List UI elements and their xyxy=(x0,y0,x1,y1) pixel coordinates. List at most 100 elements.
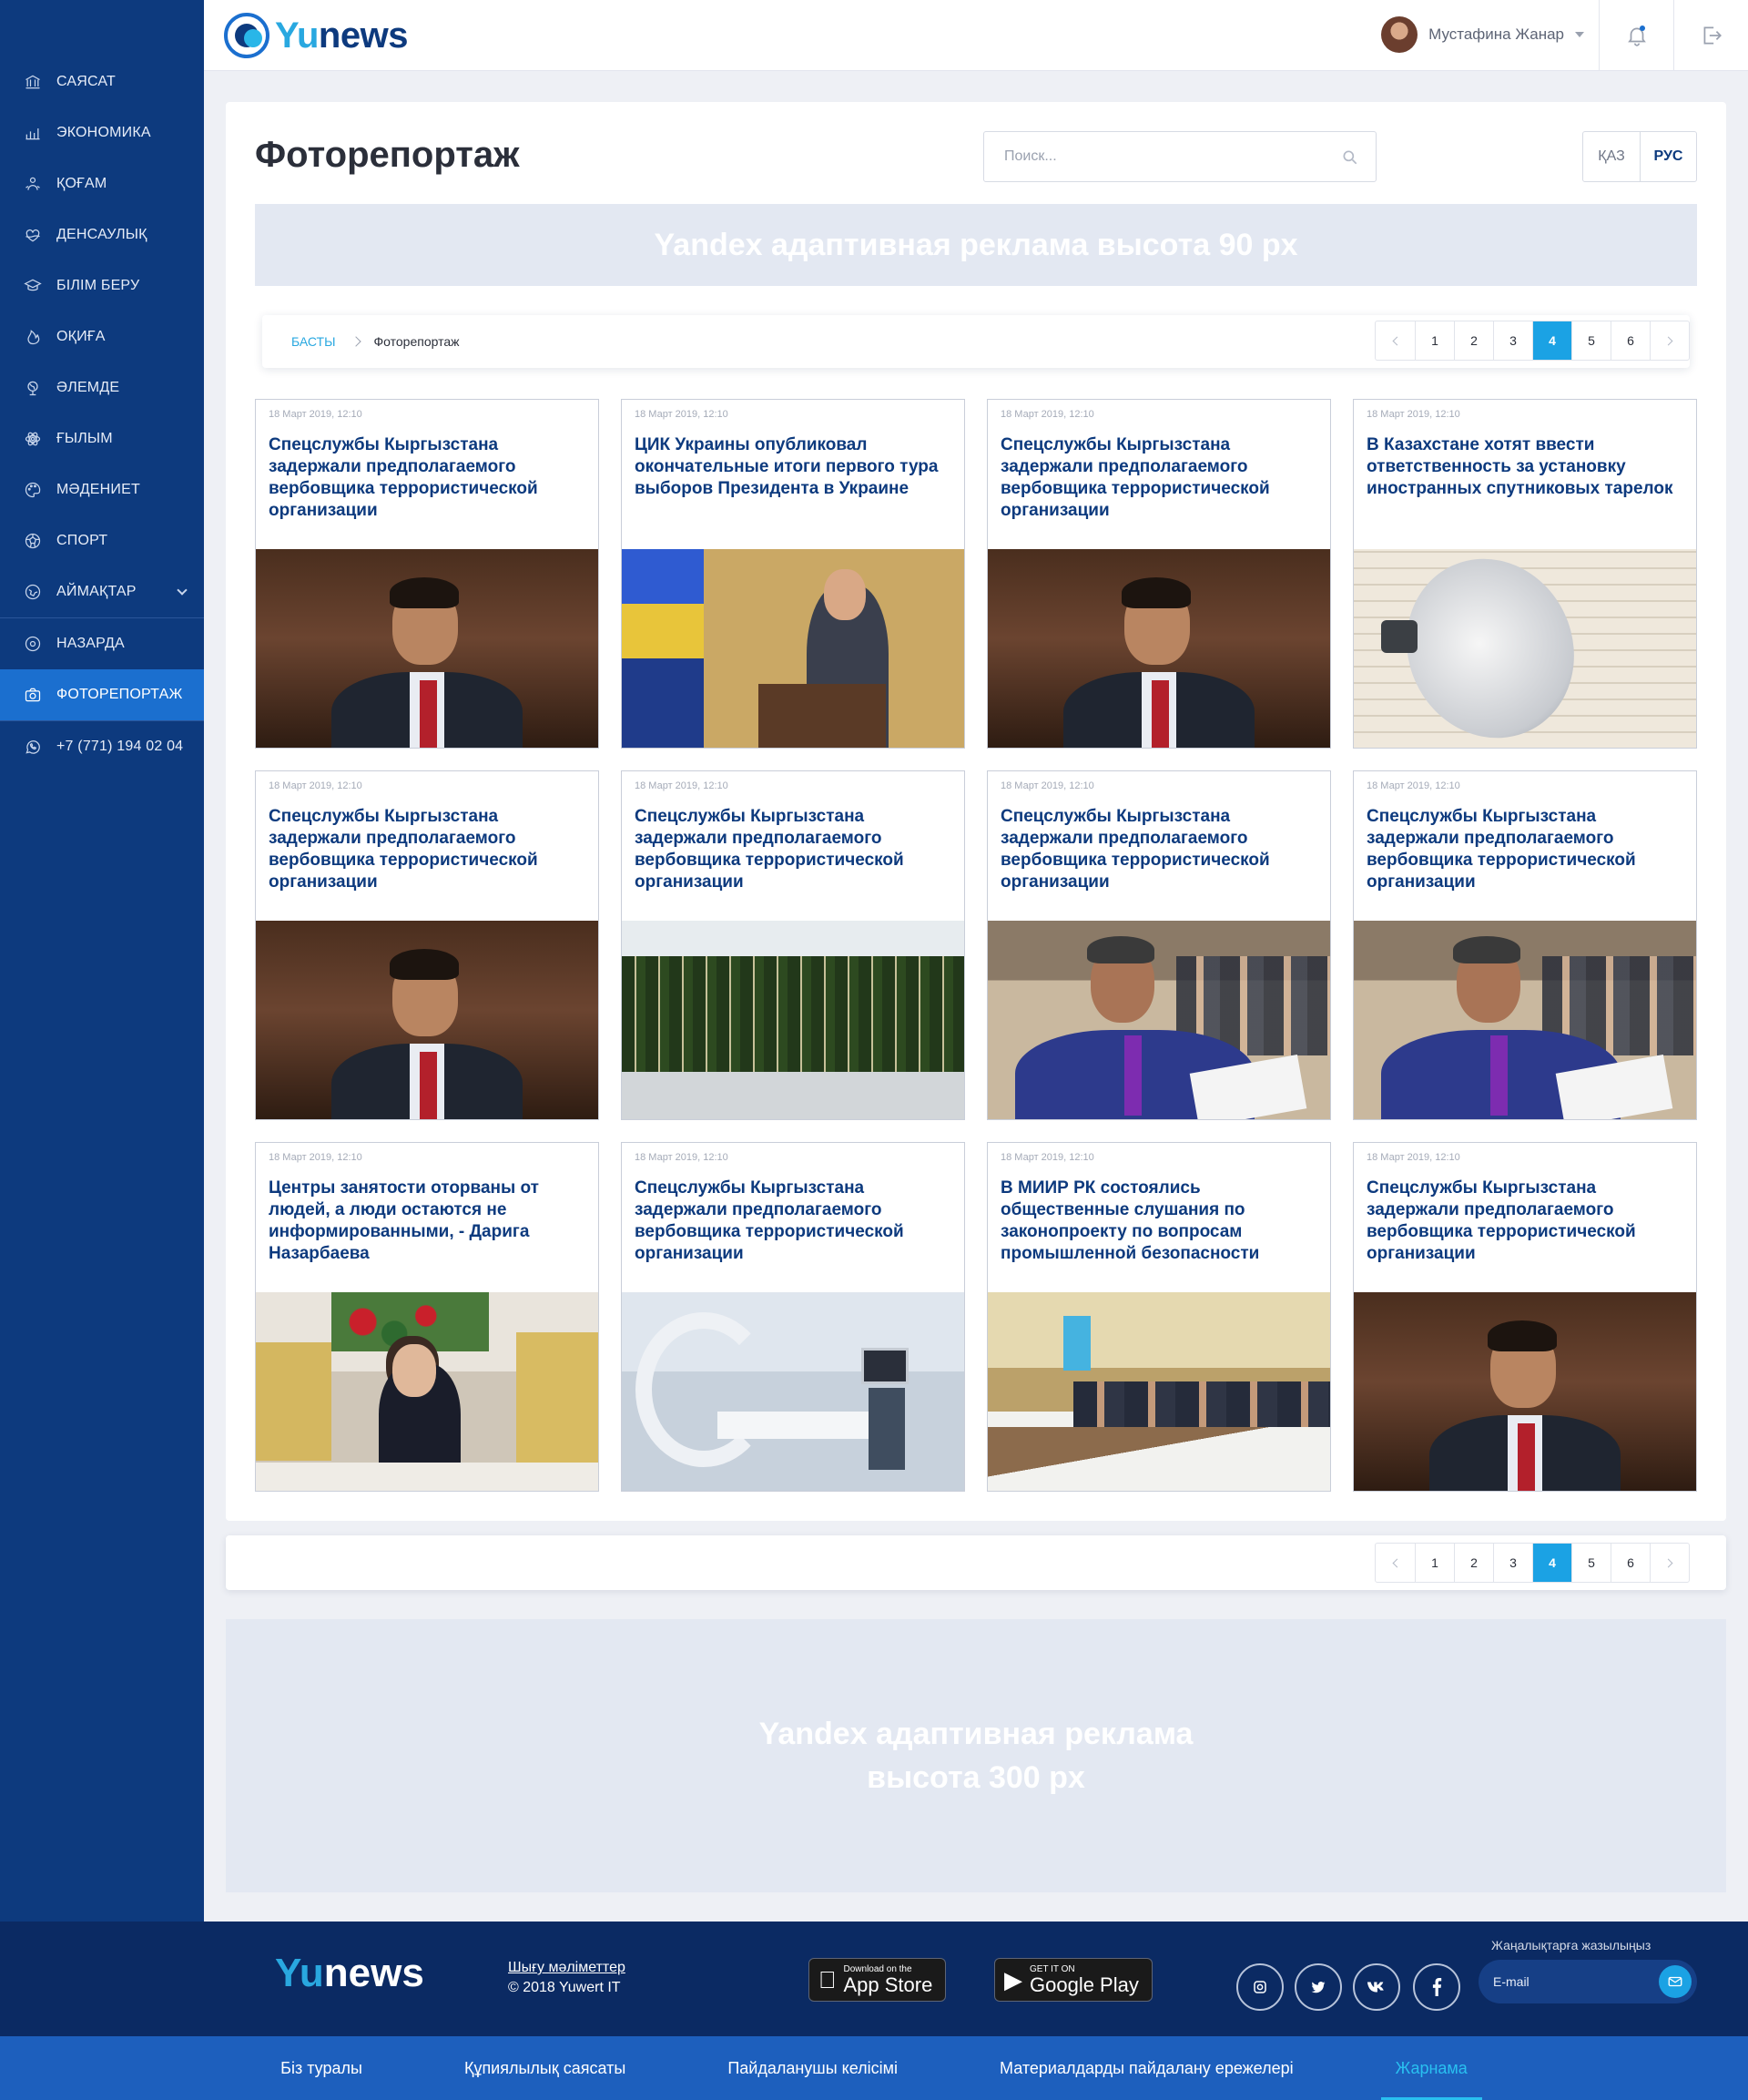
subscribe-button[interactable] xyxy=(1659,1965,1692,1998)
sidebar-item-3[interactable]: Қоғам xyxy=(0,158,204,209)
card-title[interactable]: Спецслужбы Кыргызстана задержали предпол… xyxy=(1367,806,1683,893)
user-menu[interactable]: Мустафина Жанар xyxy=(1381,16,1584,53)
logo[interactable]: Yunews xyxy=(224,13,408,58)
sidebar-item-11[interactable]: Аймақтар xyxy=(0,566,204,617)
sidebar-item-1[interactable]: Саясат xyxy=(0,56,204,107)
card-title[interactable]: ЦИК Украины опубликовал окончательные ит… xyxy=(635,434,951,500)
card-photo[interactable] xyxy=(1354,549,1696,748)
card-photo[interactable] xyxy=(622,1292,964,1491)
card-photo[interactable] xyxy=(256,921,598,1119)
pagination-top-page-button[interactable]: 6 xyxy=(1611,321,1650,360)
photo-report-card[interactable]: 18 Март 2019, 12:10 Спецслужбы Кыргызстан… xyxy=(621,1142,965,1492)
photo-report-card[interactable]: 18 Март 2019, 12:10 В Казахстане хотят вв… xyxy=(1353,399,1697,749)
photo-report-card[interactable]: 18 Март 2019, 12:10 Спецслужбы Кыргызстан… xyxy=(255,770,599,1120)
card-title[interactable]: В МИИР РК состоялись общественные слушан… xyxy=(1001,1177,1317,1265)
sidebar-item-9[interactable]: Мәдениет xyxy=(0,464,204,515)
instagram-icon[interactable] xyxy=(1236,1963,1284,2011)
search-input[interactable] xyxy=(984,132,1376,181)
card-title[interactable]: Спецслужбы Кыргызстана задержали предпол… xyxy=(1001,806,1317,893)
card-title[interactable]: Спецслужбы Кыргызстана задержали предпол… xyxy=(1367,1177,1683,1265)
pagination-bottom-page-button[interactable]: 5 xyxy=(1571,1544,1611,1582)
sidebar-item-10[interactable]: Спорт xyxy=(0,515,204,566)
card-photo[interactable] xyxy=(622,549,964,748)
card-date: 18 Март 2019, 12:10 xyxy=(635,409,728,420)
sidebar-item-7[interactable]: Әлемде xyxy=(0,362,204,413)
lang-kaz-button[interactable]: ҚАЗ xyxy=(1583,132,1640,181)
email-field[interactable] xyxy=(1479,1974,1642,1989)
publisher-info-link[interactable]: Шығу мәліметтер xyxy=(508,1958,625,1978)
sidebar-item-13[interactable]: Фоторепортаж xyxy=(0,669,204,720)
card-body: 18 Март 2019, 12:10 Спецслужбы Кыргызстан… xyxy=(1354,771,1696,921)
sidebar-item-4[interactable]: Денсаулық xyxy=(0,209,204,260)
card-photo[interactable] xyxy=(988,921,1330,1119)
pagination-bottom-page-button[interactable]: 2 xyxy=(1454,1544,1493,1582)
google-play-icon: ▶ xyxy=(1004,1965,1022,1993)
photo-report-card[interactable]: 18 Март 2019, 12:10 В МИИР РК состоялись … xyxy=(987,1142,1331,1492)
chevron-down-icon[interactable] xyxy=(177,585,188,596)
twitter-icon[interactable] xyxy=(1295,1963,1342,2011)
vk-icon[interactable] xyxy=(1353,1963,1400,2011)
pagination-bottom-prev-button[interactable] xyxy=(1376,1544,1415,1582)
card-photo[interactable] xyxy=(256,1292,598,1491)
footer-nav-link[interactable]: Пайдаланушы келісімі xyxy=(676,2036,949,2100)
pagination-top-page-button[interactable]: 1 xyxy=(1415,321,1454,360)
sidebar-item-8[interactable]: Ғылым xyxy=(0,413,204,464)
sidebar-item-label: Фоторепортаж xyxy=(56,687,183,702)
card-title[interactable]: Спецслужбы Кыргызстана задержали предпол… xyxy=(1001,434,1317,522)
sidebar-item-14[interactable]: +7 (771) 194 02 04 xyxy=(0,721,204,772)
card-photo[interactable] xyxy=(622,921,964,1119)
photo-report-card[interactable]: 18 Март 2019, 12:10 Спецслужбы Кыргызстан… xyxy=(987,399,1331,749)
footer-nav-link[interactable]: Құпиялылық саясаты xyxy=(413,2036,676,2100)
card-title[interactable]: Спецслужбы Кыргызстана задержали предпол… xyxy=(635,1177,951,1265)
app-store-big: App Store xyxy=(826,1973,933,1996)
footer-nav-link[interactable]: Материалдарды пайдалану ережелері xyxy=(949,2036,1345,2100)
card-photo[interactable] xyxy=(256,549,598,748)
pagination-top-prev-button[interactable] xyxy=(1376,321,1415,360)
pagination-bottom-page-button[interactable]: 4 xyxy=(1532,1544,1571,1582)
card-title[interactable]: Спецслужбы Кыргызстана задержали предпол… xyxy=(269,806,585,893)
notifications-button[interactable] xyxy=(1599,0,1673,71)
pagination-top-page-button[interactable]: 3 xyxy=(1493,321,1532,360)
footer-nav-link[interactable]: Біз туралы xyxy=(229,2036,413,2100)
card-title[interactable]: Спецслужбы Кыргызстана задержали предпол… xyxy=(635,806,951,893)
pagination-bottom-page-button[interactable]: 6 xyxy=(1611,1544,1650,1582)
search-icon[interactable] xyxy=(1341,148,1359,167)
card-title[interactable]: Центры занятости оторваны от людей, а лю… xyxy=(269,1177,585,1265)
card-photo[interactable] xyxy=(1354,1292,1696,1491)
footer-logo[interactable]: Yunews xyxy=(275,1951,424,1996)
sidebar-item-6[interactable]: Оқиға xyxy=(0,311,204,362)
photo-report-card[interactable]: 18 Март 2019, 12:10 Спецслужбы Кыргызстан… xyxy=(255,399,599,749)
sidebar-item-2[interactable]: Экономика xyxy=(0,107,204,158)
photo-report-card[interactable]: 18 Март 2019, 12:10 ЦИК Украины опубликов… xyxy=(621,399,965,749)
photo-report-card[interactable]: 18 Март 2019, 12:10 Спецслужбы Кыргызстан… xyxy=(1353,1142,1697,1492)
google-play-button[interactable]: ▶ GET IT ON Google Play xyxy=(994,1958,1153,2002)
photo-report-card[interactable]: 18 Март 2019, 12:10 Спецслужбы Кыргызстан… xyxy=(621,770,965,1120)
app-store-button[interactable]:  Download on theApp Store xyxy=(808,1958,947,2002)
pagination-top-page-button[interactable]: 4 xyxy=(1532,321,1571,360)
photo-report-card[interactable]: 18 Март 2019, 12:10 Центры занятости отор… xyxy=(255,1142,599,1492)
pagination-top-page-button[interactable]: 5 xyxy=(1571,321,1611,360)
pagination-bottom-next-button[interactable] xyxy=(1650,1544,1689,1582)
pagination-top-page-button[interactable]: 2 xyxy=(1454,321,1493,360)
card-photo[interactable] xyxy=(988,549,1330,748)
pagination-bottom-page-button[interactable]: 3 xyxy=(1493,1544,1532,1582)
pagination-bottom-page-button[interactable]: 1 xyxy=(1415,1544,1454,1582)
card-title[interactable]: Спецслужбы Кыргызстана задержали предпол… xyxy=(269,434,585,522)
pagination-top-next-button[interactable] xyxy=(1650,321,1689,360)
card-photo[interactable] xyxy=(1354,921,1696,1119)
sidebar-item-5[interactable]: Білім беру xyxy=(0,260,204,311)
facebook-icon[interactable] xyxy=(1413,1963,1460,2011)
sidebar-item-label: Білім беру xyxy=(56,278,140,293)
photo-report-card[interactable]: 18 Март 2019, 12:10 Спецслужбы Кыргызстан… xyxy=(1353,770,1697,1120)
sidebar-item-12[interactable]: Назарда xyxy=(0,618,204,669)
globe-icon xyxy=(24,379,42,397)
sidebar-item-label: Оқиға xyxy=(56,329,106,344)
card-date: 18 Март 2019, 12:10 xyxy=(635,1152,728,1163)
lang-rus-button[interactable]: РУС xyxy=(1640,132,1696,181)
logout-button[interactable] xyxy=(1673,0,1748,71)
card-title[interactable]: В Казахстане хотят ввести ответственност… xyxy=(1367,434,1683,500)
photo-report-card[interactable]: 18 Март 2019, 12:10 Спецслужбы Кыргызстан… xyxy=(987,770,1331,1120)
breadcrumb-home[interactable]: Басты xyxy=(291,334,336,349)
card-photo[interactable] xyxy=(988,1292,1330,1491)
footer-nav-link[interactable]: Жарнама xyxy=(1345,2036,1519,2100)
